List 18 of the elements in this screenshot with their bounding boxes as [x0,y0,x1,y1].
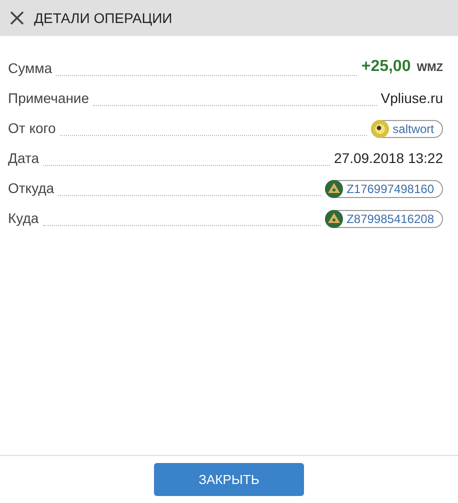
amount-value: +25,00 WMZ [361,57,443,77]
field-label: Откуда [8,179,54,198]
field-label: От кого [8,119,56,138]
user-chip[interactable]: saltwort [370,120,443,138]
close-button[interactable]: ЗАКРЫТЬ [154,463,304,496]
field-value: Vpliuse.ru [380,89,443,108]
wallet-chip[interactable]: Z879985416208 [324,210,443,228]
window-title: ДЕТАЛИ ОПЕРАЦИИ [34,10,172,26]
field-label: Дата [8,149,40,168]
avatar-icon [370,120,389,138]
field-label: Сумма [8,59,52,78]
field-label: Куда [8,209,39,228]
field-label: Примечание [8,89,90,108]
field-value: 27.09.2018 13:22 [334,149,443,168]
close-icon[interactable] [10,11,24,25]
wallet-icon [324,180,343,198]
wallet-icon [324,210,343,228]
wallet-chip[interactable]: Z176997498160 [324,180,443,198]
